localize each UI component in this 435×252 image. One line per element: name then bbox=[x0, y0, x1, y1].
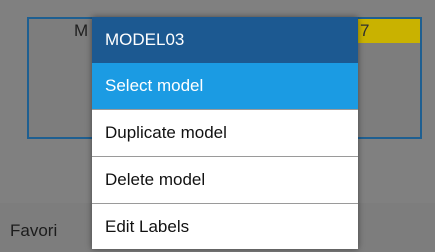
favorites-label: Favori bbox=[10, 221, 58, 240]
menu-item-edit-labels[interactable]: Edit Labels bbox=[92, 203, 358, 249]
model-card-badge: 7 bbox=[354, 19, 420, 43]
menu-item-select-model[interactable]: Select model bbox=[92, 63, 358, 109]
menu-item-duplicate-model[interactable]: Duplicate model bbox=[92, 109, 358, 155]
model-context-menu: MODEL03 Select model Duplicate model Del… bbox=[92, 17, 358, 249]
menu-title: MODEL03 bbox=[92, 17, 358, 63]
menu-item-delete-model[interactable]: Delete model bbox=[92, 156, 358, 202]
